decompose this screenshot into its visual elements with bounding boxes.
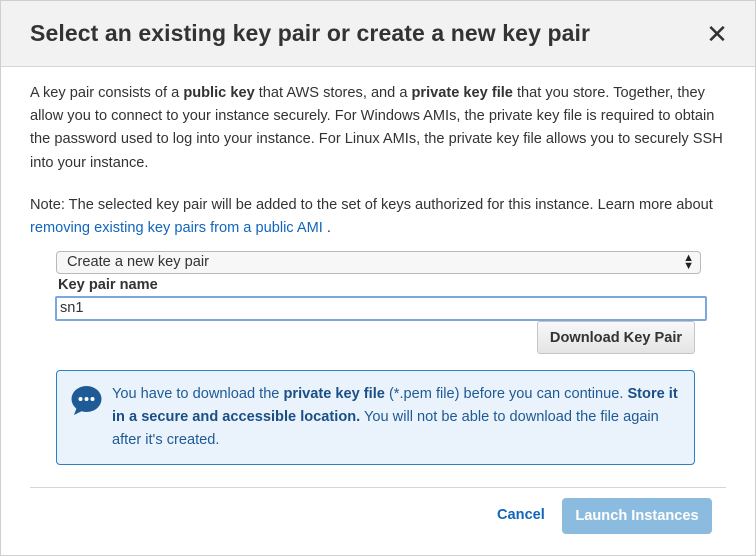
key-pair-name-input[interactable]: sn1 xyxy=(55,296,707,321)
footer-divider xyxy=(30,487,726,488)
intro-paragraph: A key pair consists of a public key that… xyxy=(30,82,730,175)
intro-bold-private-key-file: private key file xyxy=(411,85,513,101)
download-key-pair-button[interactable]: Download Key Pair xyxy=(537,321,695,354)
key-pair-dialog: Select an existing key pair or create a … xyxy=(0,0,756,556)
info-text: You have to download the private key fil… xyxy=(112,383,687,453)
note-paragraph: Note: The selected key pair will be adde… xyxy=(30,194,730,240)
intro-text-1: A key pair consists of a xyxy=(30,85,184,101)
select-value: Create a new key pair xyxy=(67,254,209,270)
info-text-1: You have to download the xyxy=(112,386,284,402)
remove-key-pairs-link[interactable]: removing existing key pairs from a publi… xyxy=(30,220,323,236)
close-icon[interactable]: ✕ xyxy=(705,21,729,47)
dialog-header: Select an existing key pair or create a … xyxy=(1,1,755,67)
speech-bubble-icon xyxy=(71,386,102,415)
info-bold-private-key-file: private key file xyxy=(283,386,385,402)
launch-instances-button[interactable]: Launch Instances xyxy=(562,498,712,534)
info-alert: You have to download the private key fil… xyxy=(56,370,695,465)
note-text: Note: The selected key pair will be adde… xyxy=(30,197,713,213)
info-text-2: (*.pem file) before you can continue. xyxy=(384,386,628,402)
select-arrows-icon: ▲ ▼ xyxy=(683,252,694,272)
cancel-button[interactable]: Cancel xyxy=(497,507,545,523)
note-end: . xyxy=(322,220,331,237)
dialog-title: Select an existing key pair or create a … xyxy=(30,20,591,46)
intro-text-2: that AWS stores, and a xyxy=(254,85,412,101)
key-pair-name-label: Key pair name xyxy=(58,277,158,293)
intro-bold-public-key: public key xyxy=(183,85,255,101)
key-pair-option-select[interactable]: Create a new key pair ▲ ▼ xyxy=(56,251,701,274)
